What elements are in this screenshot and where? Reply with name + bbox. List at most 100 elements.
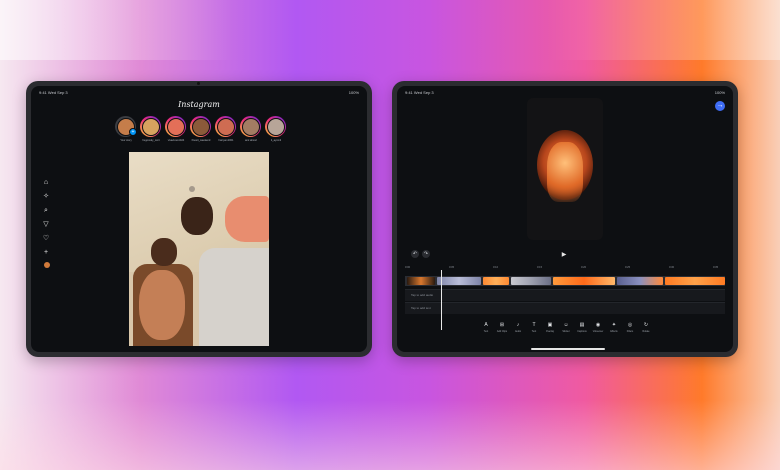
play-icon[interactable]: ▶	[559, 250, 569, 260]
status-date: Wed Sep 3	[413, 90, 434, 95]
tool-label: Text	[531, 330, 537, 333]
background-highlight-top	[0, 0, 780, 60]
story-avatar	[141, 117, 160, 136]
undo-icon[interactable]: ↶	[411, 250, 419, 258]
video-clip-track[interactable]	[405, 276, 725, 286]
story-item[interactable]: amr.almori	[240, 116, 262, 142]
tool-label: Sticker	[562, 330, 570, 333]
tool-add-clips-button[interactable]: ⊞ Add Clips	[495, 322, 509, 333]
clip-segment[interactable]	[511, 277, 551, 285]
send-icon[interactable]: ▽	[41, 220, 51, 230]
background-highlight-bottom	[0, 400, 780, 470]
text-tool-icon: A	[484, 322, 488, 328]
timeline-ruler: 0:00 0:05 0:10 0:15 0:20 0:25 0:30 0:35	[405, 266, 725, 272]
add-story-icon[interactable]: +	[129, 128, 137, 136]
timeline-tick: 0:10	[493, 266, 499, 269]
audio-track[interactable]: Tap to add audio	[405, 289, 725, 301]
tool-label: Rotate	[642, 330, 650, 333]
captions-icon: ▤	[579, 322, 585, 328]
timeline-tick: 0:15	[537, 266, 543, 269]
clip-segment[interactable]	[407, 277, 435, 285]
story-username: it_ayomil	[270, 139, 282, 142]
post-pillow	[225, 196, 269, 242]
story-item[interactable]: it_ayomil	[265, 116, 287, 142]
story-ring	[215, 116, 236, 137]
rotate-icon: ↻	[643, 322, 649, 328]
ipad-instagram-feed: 9:41 Wed Sep 3 100% Instagram + Your stor…	[26, 81, 372, 357]
clip-segment[interactable]	[617, 277, 663, 285]
timeline-tick: 0:05	[449, 266, 455, 269]
clip-segment[interactable]	[665, 277, 725, 285]
filters-icon: ◎	[627, 322, 633, 328]
tool-filters-button[interactable]: ◎ Filters	[623, 322, 637, 333]
timeline-tick: 0:30	[669, 266, 675, 269]
profile-avatar[interactable]	[44, 262, 50, 268]
story-username: amr.almori	[244, 139, 258, 142]
front-camera	[197, 82, 200, 85]
editor-toolbar: A Text ⊞ Add Clips ♪ Audio T Text ▣ Overlay ☺ Stick…	[479, 322, 655, 338]
tool-voiceover-button[interactable]: ◉ Voiceover	[591, 322, 605, 333]
instagram-logo: Instagram	[178, 100, 220, 109]
home-icon[interactable]: ⌂	[41, 178, 51, 188]
export-button[interactable]: →	[715, 101, 725, 111]
feed-post-image[interactable]	[129, 152, 269, 346]
story-item[interactable]: vivacious1024	[165, 116, 187, 142]
search-icon[interactable]: ⌕	[41, 206, 51, 216]
story-username: vivacious1024	[167, 139, 185, 142]
tool-label: Overlay	[545, 330, 555, 333]
video-preview[interactable]	[527, 98, 603, 240]
tool-label: Effects	[610, 330, 618, 333]
instagram-screen: 9:41 Wed Sep 3 100% Instagram + Your stor…	[31, 86, 367, 352]
status-battery: 100%	[714, 90, 725, 95]
voiceover-icon: ◉	[595, 322, 601, 328]
ipad-video-editor: 9:41 Wed Sep 3 100% → ↶ ↷ ▶ 0:00 0:05 0:10…	[392, 81, 738, 357]
reels-icon[interactable]: ✧	[41, 192, 51, 202]
tool-text-button[interactable]: A Text	[479, 322, 493, 333]
timeline-tick: 0:00	[405, 266, 411, 269]
clip-segment[interactable]	[437, 277, 481, 285]
story-item[interactable]: finestt_weekend	[190, 116, 212, 142]
story-item[interactable]: hugoosky_cwrt	[140, 116, 162, 142]
story-ring	[190, 116, 211, 137]
editor-screen: 9:41 Wed Sep 3 100% → ↶ ↷ ▶ 0:00 0:05 0:10…	[397, 86, 733, 352]
story-ring	[165, 116, 186, 137]
story-username: hugoosky_cwrt	[142, 139, 160, 142]
status-time: 9:41	[405, 90, 413, 95]
audio-track-label: Tap to add audio	[411, 293, 434, 297]
tool-rotate-button[interactable]: ↻ Rotate	[639, 322, 653, 333]
redo-icon[interactable]: ↷	[422, 250, 430, 258]
overlay-icon: ▣	[547, 322, 553, 328]
home-indicator	[531, 348, 605, 350]
timeline-tick: 0:25	[625, 266, 631, 269]
tool-text-button[interactable]: T Text	[527, 322, 541, 333]
tool-overlay-button[interactable]: ▣ Overlay	[543, 322, 557, 333]
clip-segment[interactable]	[553, 277, 615, 285]
post-person-right-head	[181, 197, 213, 235]
tool-captions-button[interactable]: ▤ Captions	[575, 322, 589, 333]
timeline-playhead[interactable]	[441, 270, 442, 330]
story-ring	[265, 116, 286, 137]
post-light-bulb	[189, 186, 195, 192]
text-icon: T	[532, 322, 536, 328]
text-track-label: Tap to add text	[411, 306, 431, 310]
story-avatar	[166, 117, 185, 136]
story-avatar	[216, 117, 235, 136]
tool-label: Audio	[514, 330, 522, 333]
tool-effects-button[interactable]: ✦ Effects	[607, 322, 621, 333]
post-violin	[139, 270, 185, 340]
stories-tray[interactable]: + Your story hugoosky_cwrt vivacious1024 fin…	[115, 116, 295, 146]
effects-icon: ✦	[611, 322, 617, 328]
clip-segment[interactable]	[483, 277, 509, 285]
story-item[interactable]: hari.jam1001	[215, 116, 237, 142]
create-icon[interactable]: +	[41, 248, 51, 258]
tool-audio-button[interactable]: ♪ Audio	[511, 322, 525, 333]
story-avatar	[241, 117, 260, 136]
text-track[interactable]: Tap to add text	[405, 302, 725, 314]
story-username: Your story	[120, 139, 132, 142]
audio-icon: ♪	[516, 322, 520, 328]
heart-icon[interactable]: ♡	[41, 234, 51, 244]
sidebar-nav: ⌂ ✧ ⌕ ▽ ♡ +	[41, 178, 53, 270]
post-person-left-head	[151, 238, 177, 266]
your-story[interactable]: + Your story	[115, 116, 137, 142]
tool-sticker-button[interactable]: ☺ Sticker	[559, 322, 573, 333]
